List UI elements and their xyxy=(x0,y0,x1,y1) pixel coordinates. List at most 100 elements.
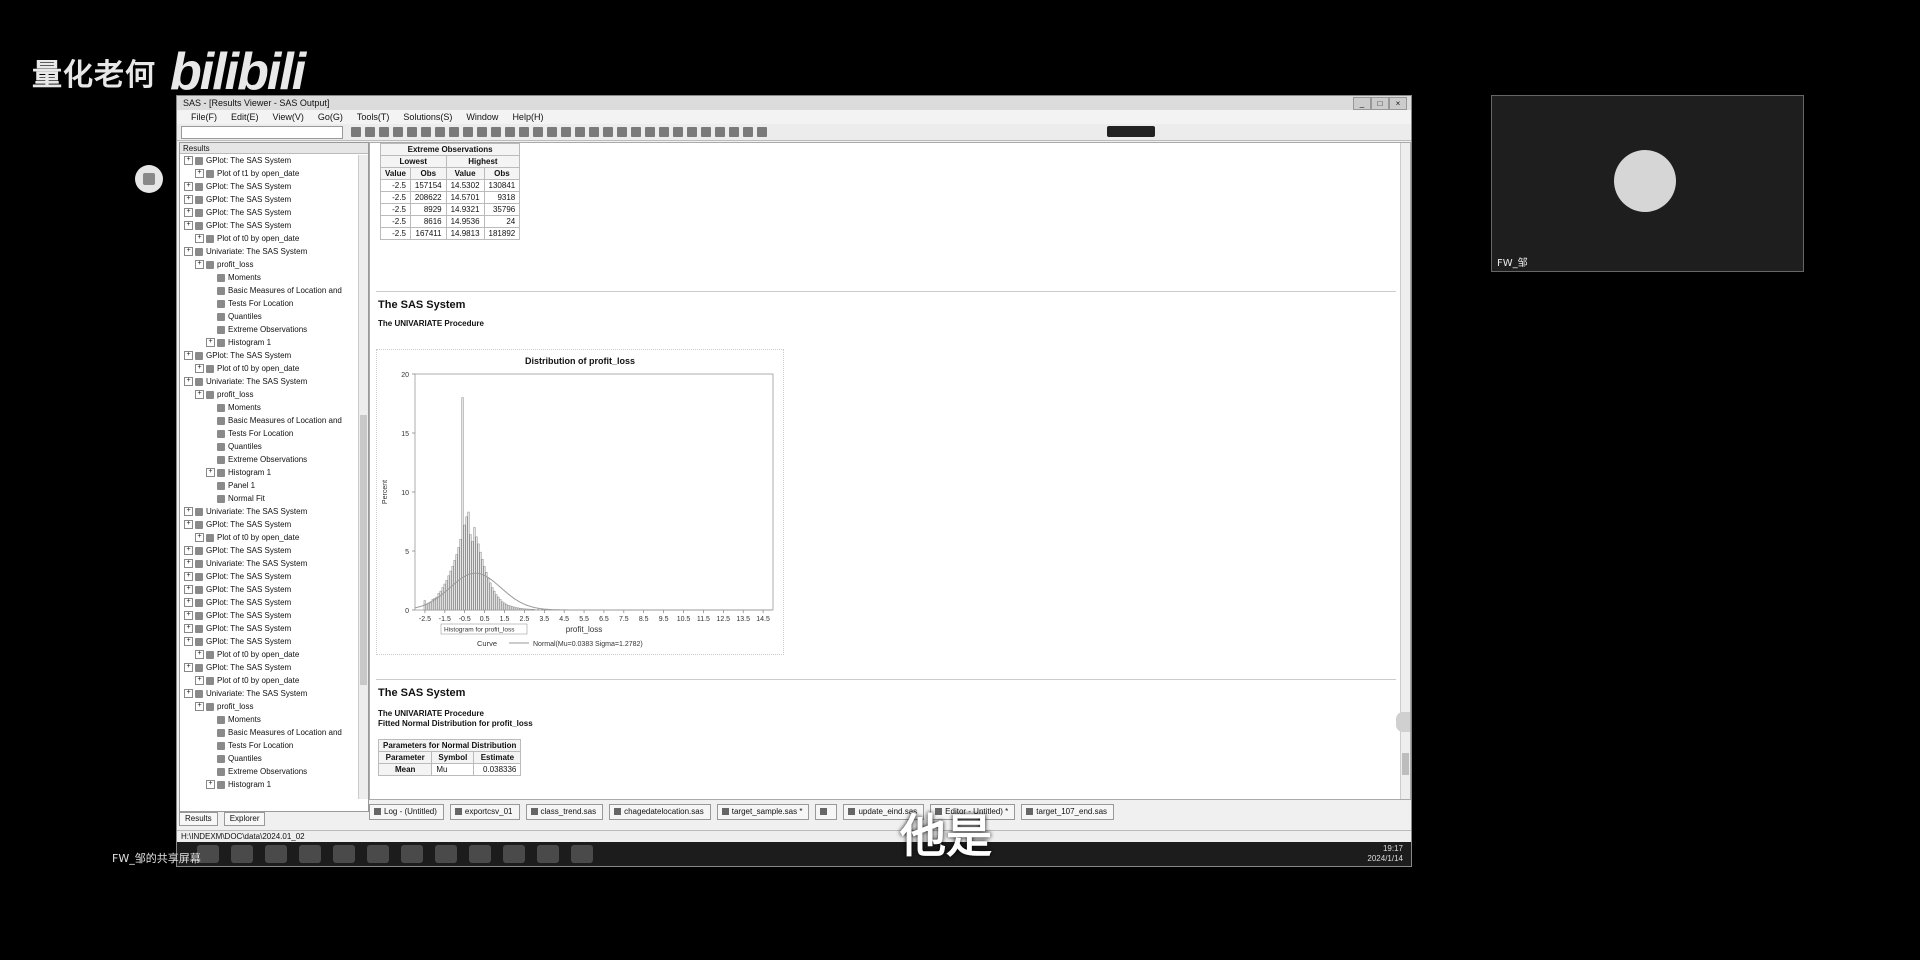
tree-node[interactable]: +Basic Measures of Location and xyxy=(206,727,342,739)
toolbar-button-icon[interactable] xyxy=(561,127,571,137)
expand-icon[interactable]: + xyxy=(184,195,193,205)
taskbar-app-icon[interactable] xyxy=(571,845,593,863)
menu-item[interactable]: Window xyxy=(466,110,498,124)
tree-node[interactable]: + Univariate: The SAS System xyxy=(184,506,307,518)
toolbar-button-icon[interactable] xyxy=(421,127,431,137)
expand-icon[interactable]: + xyxy=(195,260,204,270)
tree-node[interactable]: +Extreme Observations xyxy=(206,324,307,336)
expand-icon[interactable]: + xyxy=(184,559,193,569)
tree-node[interactable]: +Basic Measures of Location and xyxy=(206,415,342,427)
expand-icon[interactable]: + xyxy=(184,520,193,530)
menu-item[interactable]: Tools(T) xyxy=(357,110,390,124)
expand-icon[interactable]: + xyxy=(184,598,193,608)
expand-icon[interactable]: + xyxy=(184,208,193,218)
taskbar-app-icon[interactable] xyxy=(435,845,457,863)
expand-icon[interactable]: + xyxy=(184,221,193,231)
toolbar-button-icon[interactable] xyxy=(743,127,753,137)
meeting-control-icon[interactable] xyxy=(1107,126,1155,137)
expand-icon[interactable]: + xyxy=(195,390,204,400)
menu-item[interactable]: Solutions(S) xyxy=(403,110,452,124)
tree-node[interactable]: + GPlot: The SAS System xyxy=(184,519,291,531)
tree-node[interactable]: + Plot of t0 by open_date xyxy=(195,233,299,245)
tree-node[interactable]: + Histogram 1 xyxy=(206,779,271,791)
tree-node[interactable]: Normal Fit xyxy=(217,493,265,505)
tree-node[interactable]: + Plot of t0 by open_date xyxy=(195,675,299,687)
toolbar-button-icon[interactable] xyxy=(575,127,585,137)
toolbar-button-icon[interactable] xyxy=(379,127,389,137)
menu-item[interactable]: Go(G) xyxy=(318,110,343,124)
toolbar-button-icon[interactable] xyxy=(407,127,417,137)
tree-node[interactable]: +Quantiles xyxy=(206,311,262,323)
tree-node[interactable]: + GPlot: The SAS System xyxy=(184,584,291,596)
toolbar-button-icon[interactable] xyxy=(715,127,725,137)
toolbar-button-icon[interactable] xyxy=(617,127,627,137)
editor-tab[interactable]: exportcsv_01 xyxy=(449,804,520,820)
taskbar-app-icon[interactable] xyxy=(401,845,423,863)
tree-node[interactable]: + profit_loss xyxy=(195,389,253,401)
tree-node[interactable]: + GPlot: The SAS System xyxy=(184,610,291,622)
expand-icon[interactable]: + xyxy=(195,169,204,179)
expand-icon[interactable]: + xyxy=(184,572,193,582)
tree-node[interactable]: + GPlot: The SAS System xyxy=(184,181,291,193)
expand-icon[interactable]: + xyxy=(206,780,215,790)
editor-tab[interactable]: chagedatelocation.sas xyxy=(609,804,711,820)
editor-tab[interactable] xyxy=(815,804,838,820)
toolbar-button-icon[interactable] xyxy=(729,127,739,137)
results-scrollbar[interactable] xyxy=(358,155,368,799)
command-input[interactable] xyxy=(181,126,343,139)
toolbar-button-icon[interactable] xyxy=(505,127,515,137)
tree-node[interactable]: + Univariate: The SAS System xyxy=(184,246,307,258)
expand-icon[interactable]: + xyxy=(184,585,193,595)
taskbar-app-icon[interactable] xyxy=(333,845,355,863)
toolbar-button-icon[interactable] xyxy=(631,127,641,137)
expand-icon[interactable]: + xyxy=(184,689,193,699)
expand-icon[interactable]: + xyxy=(195,234,204,244)
taskbar-app-icon[interactable] xyxy=(265,845,287,863)
toolbar-button-icon[interactable] xyxy=(603,127,613,137)
taskbar-app-icon[interactable] xyxy=(231,845,253,863)
toolbar-button-icon[interactable] xyxy=(547,127,557,137)
expand-icon[interactable]: + xyxy=(195,676,204,686)
tree-node[interactable]: +Basic Measures of Location and xyxy=(206,285,342,297)
toolbar-button-icon[interactable] xyxy=(351,127,361,137)
toolbar-button-icon[interactable] xyxy=(393,127,403,137)
tree-node[interactable]: + GPlot: The SAS System xyxy=(184,597,291,609)
taskbar-app-icon[interactable] xyxy=(469,845,491,863)
tree-node[interactable]: + GPlot: The SAS System xyxy=(184,350,291,362)
toolbar-button-icon[interactable] xyxy=(687,127,697,137)
scroll-thumb[interactable] xyxy=(1402,753,1409,775)
tree-node[interactable]: +Tests For Location xyxy=(206,740,293,752)
tree-node[interactable]: + Univariate: The SAS System xyxy=(184,558,307,570)
menu-item[interactable]: View(V) xyxy=(273,110,304,124)
toolbar-button-icon[interactable] xyxy=(673,127,683,137)
side-expand-button[interactable] xyxy=(1396,712,1410,732)
toolbar-button-icon[interactable] xyxy=(463,127,473,137)
toolbar-button-icon[interactable] xyxy=(365,127,375,137)
expand-icon[interactable]: + xyxy=(184,351,193,361)
tree-node[interactable]: + GPlot: The SAS System xyxy=(184,662,291,674)
toolbar-button-icon[interactable] xyxy=(659,127,669,137)
toolbar-button-icon[interactable] xyxy=(645,127,655,137)
floating-toolbar-button[interactable] xyxy=(135,165,163,193)
expand-icon[interactable]: + xyxy=(184,611,193,621)
tree-node[interactable]: + Univariate: The SAS System xyxy=(184,376,307,388)
tree-node[interactable]: + GPlot: The SAS System xyxy=(184,636,291,648)
expand-icon[interactable]: + xyxy=(206,468,215,478)
tree-node[interactable]: + Plot of t0 by open_date xyxy=(195,649,299,661)
tree-node[interactable]: + GPlot: The SAS System xyxy=(184,155,291,167)
tree-node[interactable]: + profit_loss xyxy=(195,259,253,271)
toolbar-button-icon[interactable] xyxy=(589,127,599,137)
toolbar-button-icon[interactable] xyxy=(533,127,543,137)
menu-item[interactable]: Help(H) xyxy=(512,110,543,124)
expand-icon[interactable]: + xyxy=(206,338,215,348)
close-icon[interactable]: × xyxy=(1389,97,1407,110)
tree-node[interactable]: +Moments xyxy=(206,402,261,414)
expand-icon[interactable]: + xyxy=(195,650,204,660)
tree-node[interactable]: + GPlot: The SAS System xyxy=(184,623,291,635)
toolbar-button-icon[interactable] xyxy=(435,127,445,137)
tree-node[interactable]: + Plot of t0 by open_date xyxy=(195,363,299,375)
menu-item[interactable]: File(F) xyxy=(191,110,217,124)
expand-icon[interactable]: + xyxy=(184,624,193,634)
tree-node[interactable]: + GPlot: The SAS System xyxy=(184,194,291,206)
expand-icon[interactable]: + xyxy=(195,364,204,374)
